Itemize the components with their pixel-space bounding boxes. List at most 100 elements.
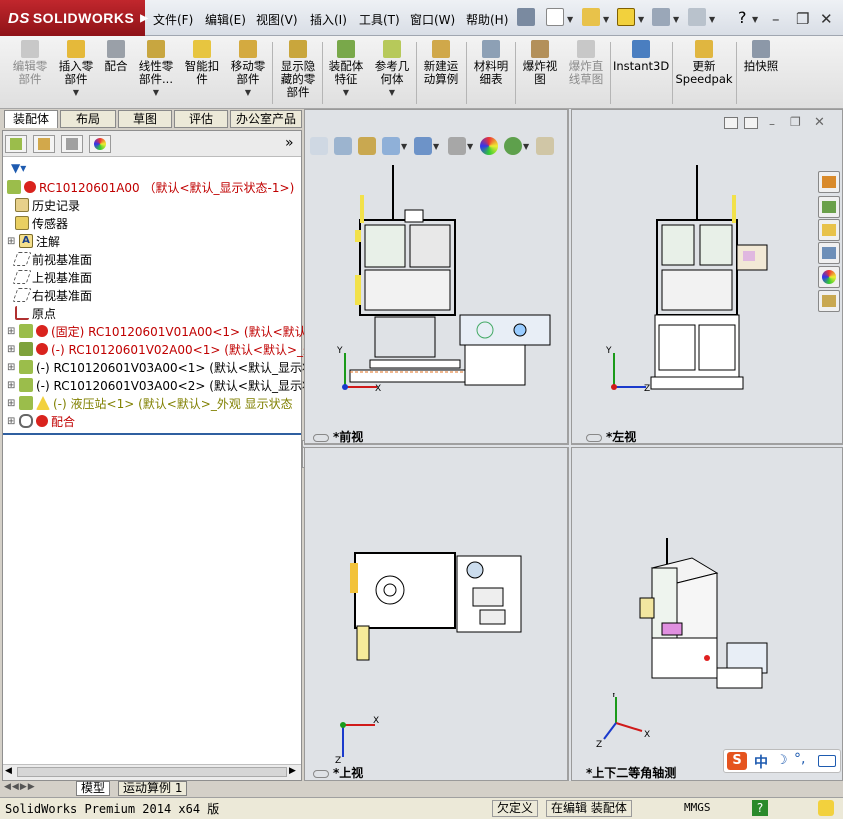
open-folder-icon[interactable] bbox=[582, 8, 600, 26]
menu-tools[interactable]: 工具(T) bbox=[359, 11, 400, 28]
tab-evaluate[interactable]: 评估 bbox=[174, 110, 228, 128]
restore-button[interactable]: ❐ bbox=[796, 10, 809, 28]
tree-item-component-v03-1[interactable]: ⊞ (-) RC10120601V03A00<1> (默认<默认_显示状态 bbox=[7, 358, 326, 376]
chevron-down-icon[interactable]: ▼ bbox=[603, 15, 609, 24]
property-manager-tab[interactable] bbox=[33, 135, 55, 153]
tree-item-component-v02[interactable]: ⊞ (-) RC10120601V02A00<1> (默认<默认>_外观 bbox=[7, 340, 327, 358]
undo-icon[interactable] bbox=[688, 8, 706, 26]
instant3d-button[interactable]: Instant3D bbox=[613, 40, 669, 73]
tab-assembly[interactable]: 装配体 bbox=[4, 110, 58, 128]
close-button[interactable]: ✕ bbox=[820, 10, 833, 28]
scrollbar-thumb[interactable] bbox=[17, 767, 287, 777]
tree-item-hydraulic-station[interactable]: ⊞ (-) 液压站<1> (默认<默认>_外观 显示状态 bbox=[7, 394, 293, 412]
take-snapshot-button[interactable]: 拍快照 bbox=[740, 40, 782, 73]
viewport-isometric[interactable]: Y X Z *上下二等角轴测 bbox=[571, 447, 843, 781]
quick-tips-icon[interactable] bbox=[818, 800, 834, 816]
view-palette-icon[interactable] bbox=[818, 242, 840, 264]
viewport-top[interactable]: Z X *上视 bbox=[304, 447, 569, 781]
keyboard-icon[interactable] bbox=[818, 755, 836, 767]
expand-icon[interactable]: ⊞ bbox=[7, 344, 17, 355]
tree-item-annotations[interactable]: ⊞ A 注解 bbox=[7, 232, 60, 250]
new-motion-study-button[interactable]: 新建运 动算例 bbox=[419, 40, 463, 86]
tab-sketch[interactable]: 草图 bbox=[118, 110, 172, 128]
ime-toolbar[interactable]: S 中 ☽ °, bbox=[723, 749, 841, 773]
menu-window[interactable]: 窗口(W) bbox=[410, 11, 455, 28]
expand-pane-icon[interactable]: » bbox=[285, 135, 294, 151]
tree-item-front-plane[interactable]: 前视基准面 bbox=[12, 250, 92, 268]
tab-office-products[interactable]: 办公室产品 bbox=[230, 110, 302, 128]
tab-nav-icon[interactable]: ◀◀▶▶ bbox=[4, 782, 36, 792]
tree-item-mates[interactable]: ⊞ 配合 bbox=[7, 412, 75, 430]
graphics-area[interactable]: ▼ ▼ ▼ ▼ – ❐ ✕ Y X *前视 Y Z *左视 Z X *上视 Y … bbox=[304, 109, 843, 781]
punctuation-icon[interactable]: °, bbox=[794, 751, 805, 767]
mate-button[interactable]: 配合 bbox=[100, 40, 132, 73]
status-units[interactable]: MMGS bbox=[684, 801, 711, 814]
menu-file[interactable]: 文件(F) bbox=[153, 11, 193, 28]
tree-item-top-plane[interactable]: 上视基准面 bbox=[12, 268, 92, 286]
filter-icon[interactable]: ▼▾ bbox=[11, 161, 26, 175]
chevron-down-icon[interactable]: ▼ bbox=[638, 15, 644, 24]
exploded-view-button[interactable]: 爆炸视 图 bbox=[518, 40, 562, 86]
chevron-down-icon[interactable]: ▼ bbox=[371, 86, 413, 99]
rollback-bar[interactable] bbox=[3, 433, 301, 435]
expand-icon[interactable]: ⊞ bbox=[7, 380, 17, 391]
menu-help[interactable]: 帮助(H) bbox=[466, 11, 508, 28]
tree-root-assembly[interactable]: RC10120601A00 （默认<默认_显示状态-1>) bbox=[7, 178, 294, 196]
assembly-features-button[interactable]: 装配体 特征 ▼ bbox=[325, 40, 367, 99]
tab-layout[interactable]: 布局 bbox=[60, 110, 116, 128]
design-library-icon[interactable] bbox=[818, 196, 840, 218]
scroll-right-icon[interactable]: ▶ bbox=[289, 766, 296, 776]
tree-item-component-v01[interactable]: ⊞ (固定) RC10120601V01A00<1> (默认<默认_显 bbox=[7, 322, 325, 340]
print-icon[interactable] bbox=[652, 8, 670, 26]
feature-tree-tab[interactable] bbox=[5, 135, 27, 153]
edit-component-button[interactable]: 编辑零 部件 bbox=[6, 40, 54, 86]
horizontal-scrollbar[interactable]: ◀ ▶ bbox=[3, 764, 301, 780]
solidworks-resources-icon[interactable] bbox=[818, 171, 840, 193]
menu-insert[interactable]: 插入(I) bbox=[310, 11, 347, 28]
help-icon[interactable]: ? bbox=[738, 8, 747, 27]
ime-mode-label[interactable]: 中 bbox=[754, 752, 768, 772]
chevron-down-icon[interactable]: ▼ bbox=[136, 86, 176, 99]
chevron-down-icon[interactable]: ▼ bbox=[567, 15, 573, 24]
insert-component-button[interactable]: 插入零 部件 ▼ bbox=[56, 40, 96, 99]
minimize-button[interactable]: – bbox=[772, 10, 780, 28]
moon-icon[interactable]: ☽ bbox=[776, 753, 788, 768]
move-component-button[interactable]: 移动零 部件 ▼ bbox=[226, 40, 270, 99]
viewport-front[interactable]: Y X *前视 bbox=[304, 109, 569, 445]
rebuild-warning-icon[interactable] bbox=[617, 8, 635, 26]
explode-line-sketch-button[interactable]: 爆炸直 线草图 bbox=[564, 40, 608, 86]
chevron-down-icon[interactable]: ▼ bbox=[752, 15, 758, 24]
tree-item-history[interactable]: 历史记录 bbox=[15, 196, 80, 214]
expand-icon[interactable]: ⊞ bbox=[7, 416, 17, 427]
update-speedpak-button[interactable]: 更新 Speedpak bbox=[675, 40, 733, 86]
tree-item-right-plane[interactable]: 右视基准面 bbox=[12, 286, 92, 304]
chevron-down-icon[interactable]: ▼ bbox=[325, 86, 367, 99]
expand-icon[interactable]: ⊞ bbox=[7, 326, 17, 337]
configuration-manager-tab[interactable] bbox=[61, 135, 83, 153]
expand-icon[interactable]: ⊞ bbox=[7, 398, 17, 409]
tab-motion-study-1[interactable]: 运动算例 1 bbox=[118, 781, 188, 796]
solidworks-logo[interactable]: DS SOLIDWORKS ▶ bbox=[0, 0, 148, 36]
menu-edit[interactable]: 编辑(E) bbox=[205, 11, 246, 28]
help-status-icon[interactable]: ? bbox=[752, 800, 768, 816]
chevron-down-icon[interactable]: ▼ bbox=[56, 86, 96, 99]
tab-model[interactable]: 模型 bbox=[76, 781, 111, 796]
linear-pattern-button[interactable]: 线性零 部件... ▼ bbox=[136, 40, 176, 99]
reference-geometry-button[interactable]: 参考几 何体 ▼ bbox=[371, 40, 413, 99]
file-explorer-icon[interactable] bbox=[818, 219, 840, 241]
show-hidden-components-button[interactable]: 显示隐 藏的零 部件 bbox=[276, 40, 320, 99]
menu-view[interactable]: 视图(V) bbox=[256, 11, 298, 28]
pin-icon[interactable] bbox=[517, 8, 535, 26]
tree-item-component-v03-2[interactable]: ⊞ (-) RC10120601V03A00<2> (默认<默认_显示状态 bbox=[7, 376, 326, 394]
display-manager-tab[interactable] bbox=[89, 135, 111, 153]
chevron-down-icon[interactable]: ▼ bbox=[673, 15, 679, 24]
expand-icon[interactable]: ⊞ bbox=[7, 362, 17, 373]
appearances-icon[interactable] bbox=[818, 266, 840, 288]
scroll-left-icon[interactable]: ◀ bbox=[5, 766, 12, 776]
tree-item-sensors[interactable]: 传感器 bbox=[15, 214, 68, 232]
bill-of-materials-button[interactable]: 材料明 细表 bbox=[469, 40, 513, 86]
expand-icon[interactable]: ⊞ bbox=[7, 236, 17, 247]
smart-fasteners-button[interactable]: 智能扣 件 bbox=[182, 40, 222, 86]
new-document-icon[interactable] bbox=[546, 8, 564, 26]
custom-properties-icon[interactable] bbox=[818, 290, 840, 312]
